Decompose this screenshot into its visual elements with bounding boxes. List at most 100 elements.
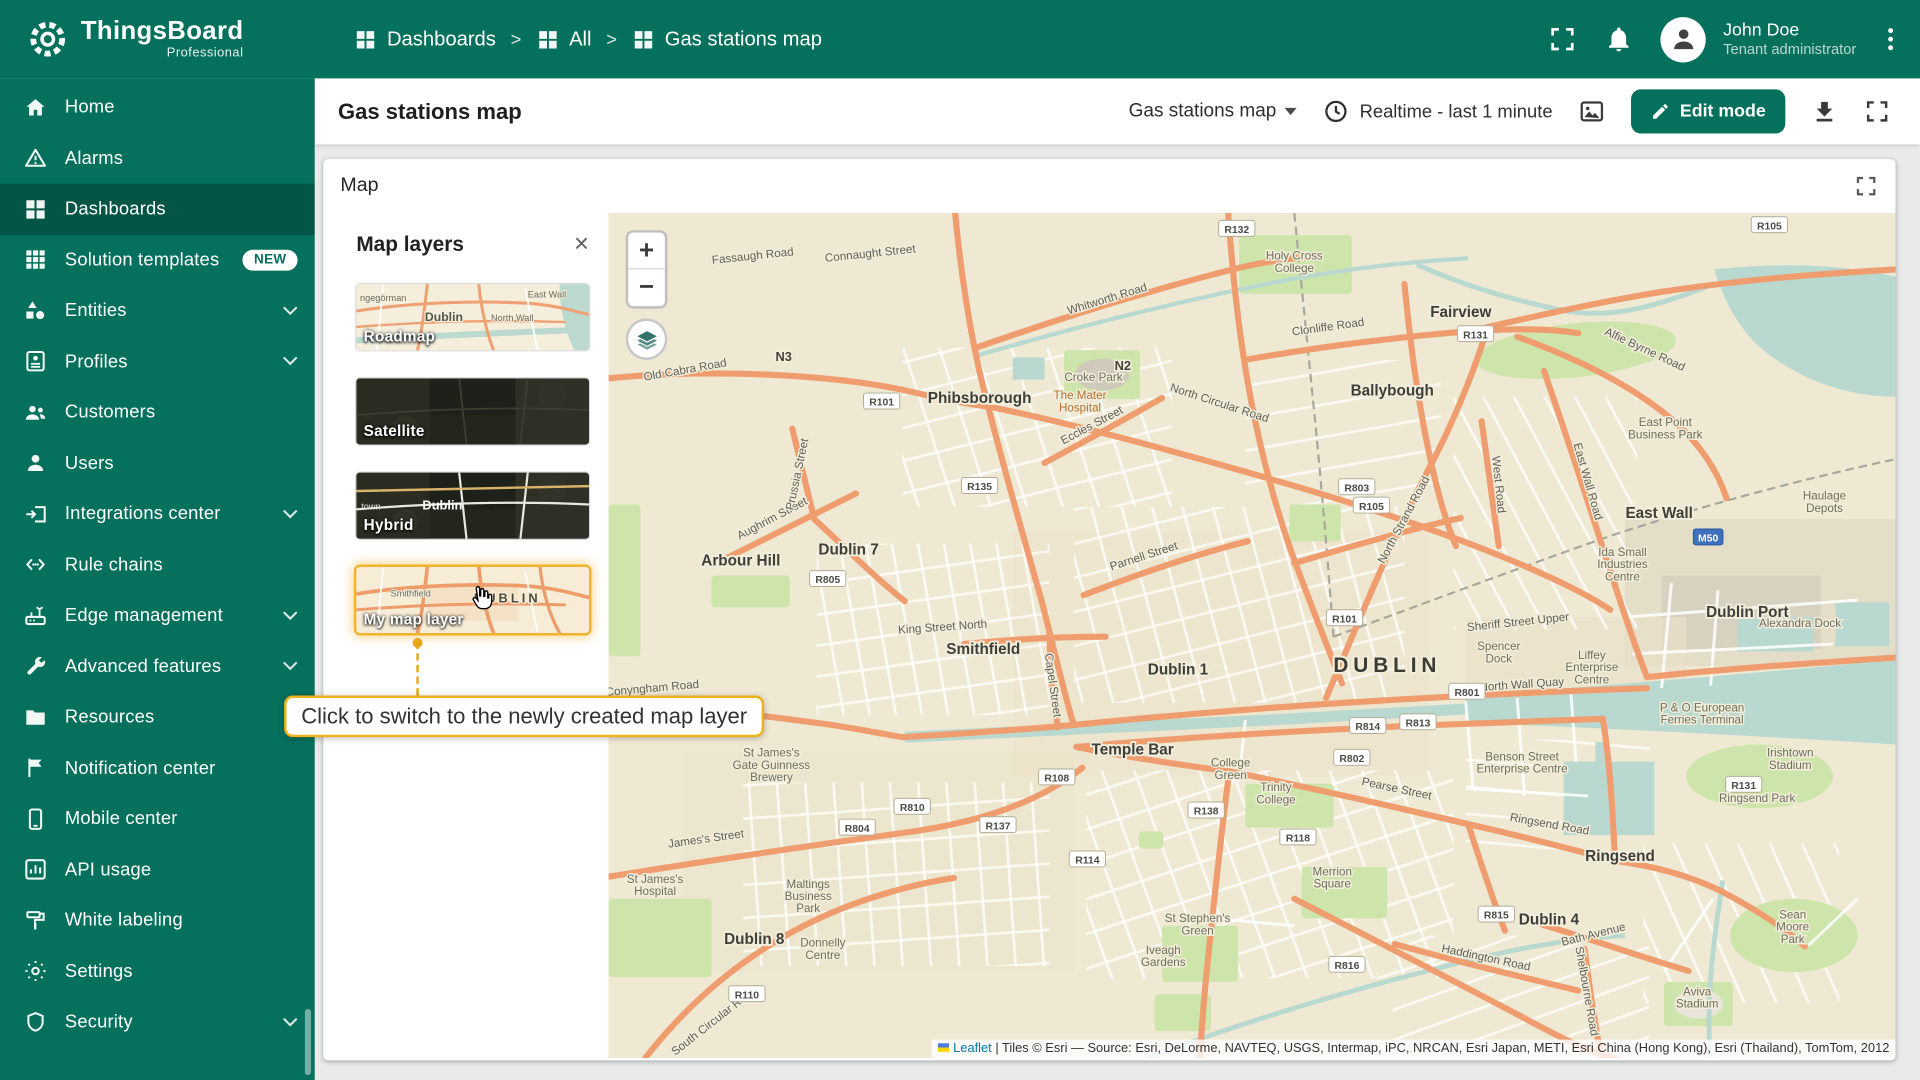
sidebar-item-dashboards[interactable]: Dashboards bbox=[0, 184, 315, 235]
sidebar-item-advanced-features[interactable]: Advanced features bbox=[0, 641, 315, 692]
sidebar-item-label: Resources bbox=[65, 707, 154, 728]
dashboard-icon bbox=[536, 28, 559, 51]
sidebar-item-label: Alarms bbox=[65, 148, 123, 169]
map-layers-button[interactable] bbox=[626, 318, 668, 360]
area-label: P & O EuropeanFerries Terminal bbox=[1660, 701, 1744, 726]
map-layer-option-my-map-layer[interactable]: SmithfieldDUBLINMy map layer bbox=[356, 567, 589, 633]
white-labeling-icon bbox=[23, 908, 47, 932]
layer-label: My map layer bbox=[364, 611, 464, 628]
close-icon[interactable]: × bbox=[574, 233, 589, 257]
security-icon bbox=[23, 1010, 47, 1034]
sidebar-item-users[interactable]: Users bbox=[0, 438, 315, 489]
svg-text:R801: R801 bbox=[1455, 688, 1480, 699]
widget-fullscreen-icon[interactable] bbox=[1854, 174, 1878, 198]
place-label: Dublin 7 bbox=[818, 542, 878, 559]
dashboard-state-select[interactable]: Gas stations map bbox=[1129, 100, 1298, 122]
sidebar-item-white-labeling[interactable]: White labeling bbox=[0, 895, 315, 946]
place-label: East Wall bbox=[1625, 505, 1692, 522]
dashboard-state-value: Gas stations map bbox=[1129, 100, 1277, 122]
zoom-in-button[interactable]: + bbox=[628, 233, 665, 270]
page-title: Gas stations map bbox=[338, 99, 522, 125]
svg-text:R803: R803 bbox=[1344, 483, 1369, 494]
advanced-icon bbox=[23, 654, 47, 678]
sidebar-item-label: Home bbox=[65, 97, 115, 118]
customers-icon bbox=[23, 400, 47, 424]
sidebar-item-resources[interactable]: Resources bbox=[0, 692, 315, 743]
map-layer-option-roadmap[interactable]: ngegörmanEast WallDublinNorth WallRoadma… bbox=[356, 284, 589, 350]
sidebar-item-mobile-center[interactable]: Mobile center bbox=[0, 793, 315, 844]
timewindow-button[interactable]: Realtime - last 1 minute bbox=[1323, 98, 1553, 125]
road-shield: R101 bbox=[864, 393, 900, 409]
toolbar-fullscreen-icon[interactable] bbox=[1864, 98, 1891, 125]
sidebar-item-entities[interactable]: Entities bbox=[0, 285, 315, 336]
sidebar-item-label: API usage bbox=[65, 859, 151, 880]
sidebar-item-home[interactable]: Home bbox=[0, 82, 315, 133]
fullscreen-icon[interactable] bbox=[1548, 24, 1577, 53]
road-shield: R814 bbox=[1350, 718, 1386, 734]
thumbnail-map-label: Dublin bbox=[422, 497, 462, 512]
sidebar-item-label: Dashboards bbox=[65, 199, 166, 220]
notification-icon bbox=[23, 756, 47, 780]
notifications-bell-icon[interactable] bbox=[1604, 24, 1633, 53]
timewindow-label: Realtime - last 1 minute bbox=[1360, 101, 1553, 122]
svg-text:R815: R815 bbox=[1484, 911, 1509, 922]
brand[interactable]: ThingsBoard Professional bbox=[0, 18, 315, 60]
sidebar-item-notification-center[interactable]: Notification center bbox=[0, 743, 315, 794]
place-label: Ringsend bbox=[1585, 848, 1655, 865]
road-shield: R114 bbox=[1069, 851, 1105, 867]
thumbnail-map-label: North Wall bbox=[491, 313, 533, 323]
sidebar-item-security[interactable]: Security bbox=[0, 997, 315, 1048]
image-icon[interactable] bbox=[1578, 98, 1605, 125]
download-icon[interactable] bbox=[1811, 98, 1838, 125]
chevron-down-icon bbox=[283, 662, 298, 672]
edit-mode-button[interactable]: Edit mode bbox=[1631, 89, 1785, 133]
breadcrumb-item[interactable]: Gas stations map bbox=[632, 28, 822, 51]
layers-icon bbox=[635, 328, 658, 351]
road-shield: R810 bbox=[894, 798, 930, 814]
leaflet-link[interactable]: Leaflet bbox=[953, 1041, 992, 1056]
sidebar-item-integrations-center[interactable]: Integrations center bbox=[0, 489, 315, 540]
road-shield: R131 bbox=[1457, 326, 1493, 342]
sidebar-item-edge-management[interactable]: Edge management bbox=[0, 590, 315, 641]
place-label: Smithfield bbox=[946, 641, 1020, 658]
place-label: Dublin 8 bbox=[724, 931, 785, 948]
thumbnail-map-label: ngegörman bbox=[360, 293, 406, 303]
new-badge: NEW bbox=[243, 249, 298, 270]
place-label: Dublin 1 bbox=[1148, 662, 1209, 679]
map-layer-option-hybrid[interactable]: townDublinHybrid bbox=[356, 473, 589, 539]
sidebar-item-customers[interactable]: Customers bbox=[0, 387, 315, 438]
widget-title: Map bbox=[340, 175, 378, 197]
sidebar-item-profiles[interactable]: Profiles bbox=[0, 336, 315, 387]
sidebar-item-settings[interactable]: Settings bbox=[0, 946, 315, 997]
sidebar-nav: Home Alarms Dashboards Solution templatesNE… bbox=[0, 78, 315, 1080]
map-layers-title: Map layers bbox=[356, 233, 464, 257]
map-canvas[interactable]: Old Cabra RoadFassaugh RoadConnaught Str… bbox=[609, 213, 1896, 1058]
road-shield: R135 bbox=[961, 478, 997, 494]
avatar[interactable] bbox=[1661, 17, 1706, 62]
solution-templates-icon bbox=[23, 248, 47, 272]
breadcrumb-separator: > bbox=[511, 29, 522, 50]
svg-text:R110: R110 bbox=[735, 990, 759, 1001]
sidebar-item-api-usage[interactable]: API usage bbox=[0, 844, 315, 895]
sidebar-item-rule-chains[interactable]: Rule chains bbox=[0, 539, 315, 590]
svg-text:R114: R114 bbox=[1075, 856, 1099, 867]
edge-icon bbox=[23, 603, 47, 627]
zoom-out-button[interactable]: − bbox=[628, 269, 665, 306]
map-layer-option-satellite[interactable]: Satellite bbox=[356, 378, 589, 444]
area-label: TrinityCollege bbox=[1256, 781, 1295, 806]
more-options-icon[interactable] bbox=[1883, 23, 1898, 55]
user-role: Tenant administrator bbox=[1723, 40, 1856, 57]
sidebar-item-alarms[interactable]: Alarms bbox=[0, 133, 315, 184]
sidebar-item-solution-templates[interactable]: Solution templatesNEW bbox=[0, 234, 315, 285]
chevron-down-icon bbox=[283, 611, 298, 621]
sidebar-scrollbar[interactable] bbox=[305, 1009, 311, 1075]
svg-text:R810: R810 bbox=[900, 803, 925, 814]
app-header: ThingsBoard Professional Dashboards>All>… bbox=[0, 0, 1920, 78]
resources-icon bbox=[23, 705, 47, 729]
breadcrumb-item[interactable]: All bbox=[536, 28, 592, 51]
road-shield: R101 bbox=[1326, 610, 1362, 626]
user-name: John Doe bbox=[1723, 21, 1856, 41]
breadcrumb: Dashboards>All>Gas stations map bbox=[354, 28, 822, 51]
svg-text:R816: R816 bbox=[1335, 961, 1360, 972]
breadcrumb-item[interactable]: Dashboards bbox=[354, 28, 496, 51]
